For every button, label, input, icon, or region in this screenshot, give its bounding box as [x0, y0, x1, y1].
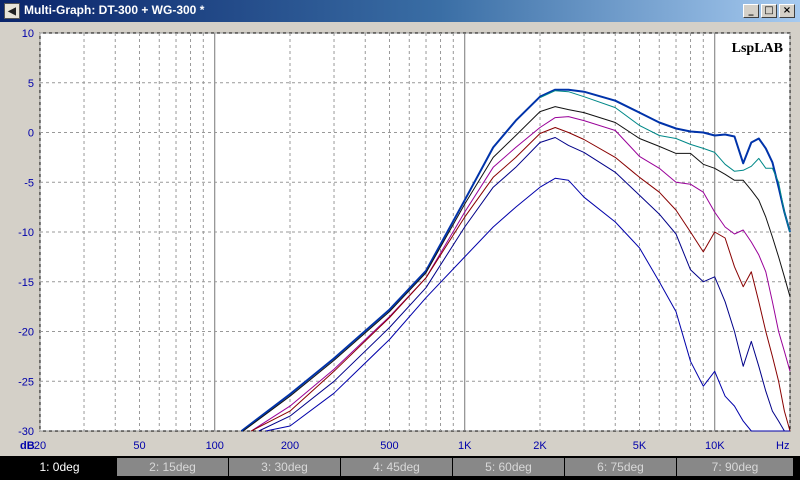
frequency-response-chart[interactable]: 1050-5-10-15-20-25-30 20 50 100 200 500 1K 2K 5… — [0, 22, 800, 456]
maximize-button[interactable]: □ — [761, 4, 777, 18]
tab-2[interactable]: 2: 15deg — [117, 458, 228, 476]
y-tick-label: -5 — [24, 177, 34, 189]
y-tick-label: 0 — [28, 128, 34, 140]
y-axis: 10 5 0 -5 -10 -15 -20 -25 -30 — [18, 28, 34, 438]
tab-3[interactable]: 3: 30deg — [229, 458, 340, 476]
watermark: LspLAB — [732, 41, 783, 56]
speaker-icon[interactable]: ◀ — [4, 3, 20, 19]
x-tick-label: 5K — [633, 440, 647, 452]
x-tick-label: 100 — [206, 440, 224, 452]
x-unit-label: Hz — [776, 440, 789, 452]
x-axis: 20 50 100 200 500 1K 2K 5K 10K — [34, 440, 725, 452]
tab-1[interactable]: 1: 0deg — [4, 458, 115, 476]
curve-tab-bar: 1: 0deg 2: 15deg 3: 30deg 4: 45deg 5: 60deg 6… — [0, 456, 800, 480]
tab-7[interactable]: 7: 90deg — [677, 458, 793, 476]
y-tick-label: -15 — [18, 277, 34, 289]
tab-5[interactable]: 5: 60deg — [453, 458, 564, 476]
x-tick-label: 500 — [380, 440, 398, 452]
x-tick-label: 200 — [281, 440, 299, 452]
x-tick-label: 10K — [705, 440, 725, 452]
tab-6[interactable]: 6: 75deg — [565, 458, 676, 476]
x-tick-label: 1K — [458, 440, 472, 452]
x-tick-label: 50 — [133, 440, 145, 452]
tab-4[interactable]: 4: 45deg — [341, 458, 452, 476]
x-tick-label: 20 — [34, 440, 46, 452]
y-tick-label: -10 — [18, 227, 34, 239]
close-button[interactable]: × — [779, 4, 795, 18]
plot-panel: 10 5 0 -5 -10 -15 -20 -25 -30 20 50 100 200 500 1K 2K 5… — [0, 22, 800, 456]
window-title: Multi-Graph: DT-300 + WG-300 * — [24, 3, 205, 17]
title-bar[interactable]: ◀ Multi-Graph: DT-300 + WG-300 * _ □ × — [0, 0, 800, 22]
y-tick-label: -30 — [18, 426, 34, 438]
y-tick-label: 5 — [28, 78, 34, 90]
y-tick-label: -20 — [18, 327, 34, 339]
x-tick-label: 2K — [533, 440, 547, 452]
y-tick-label: 10 — [22, 28, 34, 40]
y-tick-label: -25 — [18, 376, 34, 388]
minimize-button[interactable]: _ — [743, 4, 759, 18]
y-unit-label: dB — [20, 440, 35, 452]
